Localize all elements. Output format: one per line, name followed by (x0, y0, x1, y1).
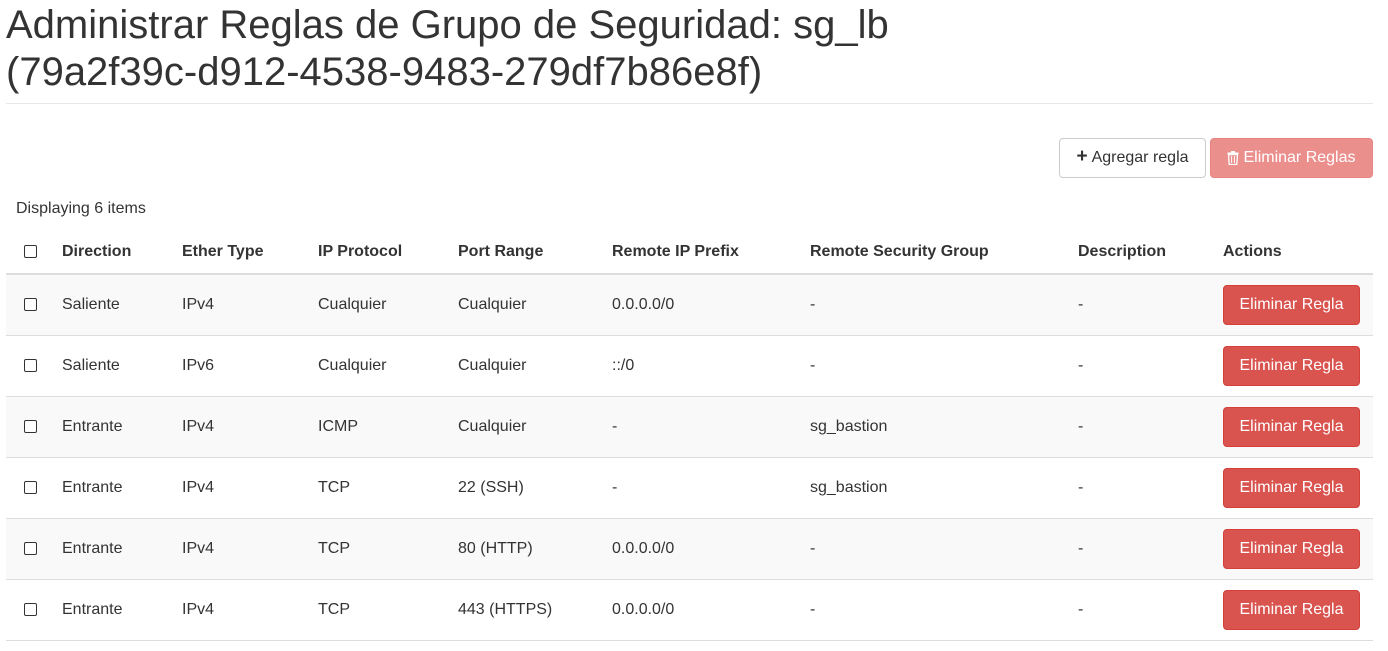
cell-direction: Entrante (52, 579, 172, 641)
cell-ip-protocol: TCP (308, 579, 448, 641)
table-row: Saliente IPv6 Cualquier Cualquier ::/0 -… (6, 335, 1373, 397)
cell-remote-ip-prefix: - (602, 457, 800, 519)
cell-remote-security-group: - (800, 274, 1068, 336)
row-checkbox[interactable] (24, 298, 37, 312)
add-rule-label: Agregar regla (1091, 149, 1189, 166)
cell-port-range: Cualquier (448, 396, 602, 458)
row-select-cell (6, 518, 52, 580)
cell-direction: Entrante (52, 518, 172, 580)
cell-port-range: Cualquier (448, 335, 602, 397)
cell-ether-type: IPv4 (172, 396, 308, 458)
cell-remote-ip-prefix: - (602, 396, 800, 458)
cell-direction: Entrante (52, 457, 172, 519)
cell-ether-type: IPv4 (172, 518, 308, 580)
rules-table: Direction Ether Type IP Protocol Port Ra… (6, 230, 1373, 641)
delete-rules-button[interactable]: Eliminar Reglas (1210, 138, 1373, 178)
cell-actions: Eliminar Regla (1213, 396, 1373, 458)
cell-ether-type: IPv4 (172, 579, 308, 641)
row-checkbox[interactable] (24, 603, 37, 617)
cell-ip-protocol: ICMP (308, 396, 448, 458)
cell-actions: Eliminar Regla (1213, 579, 1373, 641)
row-select-cell (6, 579, 52, 641)
cell-ether-type: IPv4 (172, 457, 308, 519)
table-row: Entrante IPv4 ICMP Cualquier - sg_bastio… (6, 396, 1373, 458)
cell-ether-type: IPv4 (172, 274, 308, 336)
table-row: Entrante IPv4 TCP 22 (SSH) - sg_bastion … (6, 457, 1373, 519)
cell-port-range: 443 (HTTPS) (448, 579, 602, 641)
table-header-row: Direction Ether Type IP Protocol Port Ra… (6, 230, 1373, 275)
cell-remote-security-group: sg_bastion (800, 457, 1068, 519)
cell-ip-protocol: TCP (308, 457, 448, 519)
add-rule-button[interactable]: + Agregar regla (1059, 138, 1206, 178)
cell-remote-ip-prefix: 0.0.0.0/0 (602, 579, 800, 641)
cell-description: - (1068, 518, 1213, 580)
cell-remote-security-group: - (800, 518, 1068, 580)
row-checkbox[interactable] (24, 481, 37, 495)
delete-rules-label: Eliminar Reglas (1243, 149, 1356, 166)
delete-rule-button[interactable]: Eliminar Regla (1223, 346, 1360, 386)
delete-rule-button[interactable]: Eliminar Regla (1223, 468, 1360, 508)
cell-port-range: 80 (HTTP) (448, 518, 602, 580)
cell-actions: Eliminar Regla (1213, 274, 1373, 336)
cell-direction: Entrante (52, 396, 172, 458)
cell-direction: Saliente (52, 274, 172, 336)
table-toolbar: + Agregar regla Eliminar Reglas (1059, 138, 1373, 178)
item-count: Displaying 6 items (16, 200, 146, 217)
trash-icon (1227, 151, 1239, 165)
cell-remote-security-group: sg_bastion (800, 396, 1068, 458)
cell-description: - (1068, 335, 1213, 397)
page-title-line-2: (79a2f39c-d912-4538-9483-279df7b86e8f) (6, 50, 763, 94)
row-checkbox[interactable] (24, 542, 37, 556)
cell-actions: Eliminar Regla (1213, 335, 1373, 397)
title-divider (6, 103, 1373, 104)
column-header-direction[interactable]: Direction (52, 230, 172, 275)
cell-remote-security-group: - (800, 335, 1068, 397)
column-header-port-range[interactable]: Port Range (448, 230, 602, 275)
plus-icon: + (1076, 146, 1088, 167)
row-checkbox[interactable] (24, 420, 37, 434)
cell-remote-security-group: - (800, 579, 1068, 641)
cell-remote-ip-prefix: 0.0.0.0/0 (602, 274, 800, 336)
row-select-cell (6, 396, 52, 458)
delete-rule-button[interactable]: Eliminar Regla (1223, 590, 1360, 630)
table-row: Entrante IPv4 TCP 443 (HTTPS) 0.0.0.0/0 … (6, 579, 1373, 641)
security-group-rules-page: Administrar Reglas de Grupo de Seguridad… (0, 0, 1388, 651)
row-checkbox[interactable] (24, 359, 37, 373)
table-row: Entrante IPv4 TCP 80 (HTTP) 0.0.0.0/0 - … (6, 518, 1373, 580)
cell-description: - (1068, 274, 1213, 336)
page-title-line-1: Administrar Reglas de Grupo de Seguridad… (6, 3, 889, 47)
delete-rule-button[interactable]: Eliminar Regla (1223, 285, 1360, 325)
cell-ether-type: IPv6 (172, 335, 308, 397)
column-header-remote-ip-prefix[interactable]: Remote IP Prefix (602, 230, 800, 275)
page-title: Administrar Reglas de Grupo de Seguridad… (6, 2, 1366, 96)
cell-actions: Eliminar Regla (1213, 457, 1373, 519)
select-all-checkbox[interactable] (24, 244, 37, 258)
column-header-actions: Actions (1213, 230, 1373, 275)
cell-actions: Eliminar Regla (1213, 518, 1373, 580)
cell-direction: Saliente (52, 335, 172, 397)
cell-remote-ip-prefix: 0.0.0.0/0 (602, 518, 800, 580)
table-row: Saliente IPv4 Cualquier Cualquier 0.0.0.… (6, 274, 1373, 336)
delete-rule-button[interactable]: Eliminar Regla (1223, 407, 1360, 447)
row-select-cell (6, 335, 52, 397)
select-all-cell (6, 230, 52, 275)
cell-port-range: Cualquier (448, 274, 602, 336)
column-header-ip-protocol[interactable]: IP Protocol (308, 230, 448, 275)
row-select-cell (6, 457, 52, 519)
cell-ip-protocol: Cualquier (308, 274, 448, 336)
cell-remote-ip-prefix: ::/0 (602, 335, 800, 397)
cell-ip-protocol: TCP (308, 518, 448, 580)
column-header-ether-type[interactable]: Ether Type (172, 230, 308, 275)
row-select-cell (6, 274, 52, 336)
cell-ip-protocol: Cualquier (308, 335, 448, 397)
column-header-remote-security-group[interactable]: Remote Security Group (800, 230, 1068, 275)
delete-rule-button[interactable]: Eliminar Regla (1223, 529, 1360, 569)
cell-description: - (1068, 579, 1213, 641)
cell-description: - (1068, 396, 1213, 458)
column-header-description[interactable]: Description (1068, 230, 1213, 275)
cell-description: - (1068, 457, 1213, 519)
cell-port-range: 22 (SSH) (448, 457, 602, 519)
